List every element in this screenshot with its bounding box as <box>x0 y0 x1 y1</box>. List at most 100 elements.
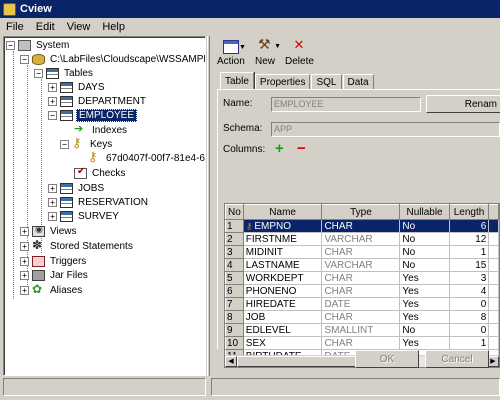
tree-node-database[interactable]: − C:\LabFiles\Cloudscape\WSSAMPLE <box>20 52 205 66</box>
expand-icon[interactable]: + <box>20 241 29 251</box>
column-length-cell[interactable]: 1 <box>449 336 490 350</box>
table-row[interactable]: 10 SEX CHAR Yes 1 <box>225 336 499 350</box>
column-nullable-cell[interactable]: Yes <box>399 336 450 350</box>
schema-field[interactable]: APP <box>271 122 500 137</box>
column-length-cell[interactable]: 3 <box>449 271 490 285</box>
tree-node-views[interactable]: + Views <box>20 224 79 238</box>
column-extra-cell[interactable] <box>488 245 499 259</box>
column-nullable-cell[interactable]: No <box>399 323 450 337</box>
expand-icon[interactable]: + <box>48 82 57 92</box>
menu-file[interactable]: File <box>0 21 30 33</box>
tree-node-key-item[interactable]: 67d0407f-00f7-81e4-67 <box>88 149 205 165</box>
expand-icon[interactable]: + <box>20 285 29 295</box>
ok-button[interactable]: OK <box>355 350 419 368</box>
column-type-cell[interactable]: CHAR <box>321 310 401 324</box>
column-length-cell[interactable]: 15 <box>449 258 490 272</box>
column-length-cell[interactable]: 4 <box>449 284 490 298</box>
column-length-cell[interactable]: 0 <box>449 297 490 311</box>
action-button[interactable]: ▼ Action <box>217 40 246 74</box>
expand-icon[interactable]: + <box>20 226 29 236</box>
column-extra-cell[interactable] <box>488 284 499 298</box>
table-row[interactable]: 6 PHONENO CHAR Yes 4 <box>225 284 499 298</box>
tab-properties[interactable]: Properties <box>254 74 311 90</box>
column-nullable-cell[interactable]: Yes <box>399 310 450 324</box>
expand-icon[interactable]: + <box>48 211 57 221</box>
table-row[interactable]: 5 WORKDEPT CHAR Yes 3 <box>225 271 499 285</box>
columns-grid[interactable]: No Name Type Nullable Length 1 ⚷ EMPNO CHAR… <box>224 203 500 368</box>
row-number[interactable]: 8 <box>225 310 244 324</box>
column-type-cell[interactable]: SMALLINT <box>321 323 401 337</box>
tree-node-stored-statements[interactable]: + Stored Statements <box>20 238 135 253</box>
row-number[interactable]: 1 <box>225 219 244 233</box>
column-extra-cell[interactable] <box>488 258 499 272</box>
tab-table[interactable]: Table <box>220 72 254 90</box>
column-nullable-cell[interactable]: No <box>399 258 450 272</box>
row-number[interactable]: 2 <box>225 232 244 246</box>
column-name-cell[interactable]: LASTNAME <box>243 258 323 272</box>
tree-node-jar-files[interactable]: + Jar Files <box>20 268 90 282</box>
column-header-name[interactable]: Name <box>242 204 323 220</box>
column-nullable-cell[interactable]: Yes <box>399 297 450 311</box>
column-name-cell[interactable]: PHONENO <box>243 284 323 298</box>
column-extra-cell[interactable] <box>488 271 499 285</box>
column-length-cell[interactable]: 6 <box>449 219 490 233</box>
collapse-icon[interactable]: − <box>60 139 69 149</box>
column-extra-cell[interactable] <box>488 336 499 350</box>
pane-splitter[interactable] <box>207 36 210 376</box>
tree-node-checks[interactable]: Checks <box>74 166 127 180</box>
column-header-length[interactable]: Length <box>448 204 490 220</box>
tree-node-system[interactable]: − System <box>6 38 71 52</box>
expand-icon[interactable]: + <box>48 96 57 106</box>
column-name-cell[interactable]: MIDINIT <box>243 245 323 259</box>
tab-data[interactable]: Data <box>342 74 374 90</box>
column-nullable-cell[interactable]: Yes <box>399 284 450 298</box>
expand-icon[interactable]: + <box>20 270 29 280</box>
column-header-no[interactable]: No <box>225 204 244 220</box>
column-extra-cell[interactable] <box>488 219 499 233</box>
column-extra-cell[interactable] <box>488 310 499 324</box>
collapse-icon[interactable]: − <box>20 54 29 64</box>
column-name-cell[interactable]: ⚷ EMPNO <box>243 219 323 233</box>
column-nullable-cell[interactable]: No <box>399 245 450 259</box>
scroll-left-icon[interactable]: ◀ <box>225 356 237 367</box>
tree-node-aliases[interactable]: + Aliases <box>20 282 84 297</box>
column-nullable-cell[interactable]: No <box>399 232 450 246</box>
rename-button[interactable]: Renam <box>426 95 500 113</box>
tree-node-indexes[interactable]: Indexes <box>74 122 129 137</box>
row-number[interactable]: 6 <box>225 284 244 298</box>
collapse-icon[interactable]: − <box>34 68 43 78</box>
column-nullable-cell[interactable]: Yes <box>399 271 450 285</box>
tree-node-tables[interactable]: − Tables <box>34 66 95 80</box>
tree-node-table-department[interactable]: + DEPARTMENT <box>48 94 148 108</box>
column-name-cell[interactable]: FIRSTNME <box>243 232 323 246</box>
column-type-cell[interactable]: CHAR <box>321 245 401 259</box>
collapse-icon[interactable]: − <box>48 110 57 120</box>
table-row[interactable]: 8 JOB CHAR Yes 8 <box>225 310 499 324</box>
column-type-cell[interactable]: CHAR <box>321 336 401 350</box>
column-type-cell[interactable]: CHAR <box>321 284 401 298</box>
tree-node-table-reservation[interactable]: + RESERVATION <box>48 195 150 209</box>
column-name-cell[interactable]: WORKDEPT <box>243 271 323 285</box>
column-name-cell[interactable]: EDLEVEL <box>243 323 323 337</box>
table-row[interactable]: 3 MIDINIT CHAR No 1 <box>225 245 499 259</box>
column-type-cell[interactable]: VARCHAR <box>321 232 401 246</box>
column-length-cell[interactable]: 1 <box>449 245 490 259</box>
column-name-cell[interactable]: SEX <box>243 336 323 350</box>
table-row[interactable]: 2 FIRSTNME VARCHAR No 12 <box>225 232 499 246</box>
column-length-cell[interactable]: 0 <box>449 323 490 337</box>
delete-button[interactable]: Delete <box>285 37 314 74</box>
column-nullable-cell[interactable]: No <box>399 219 450 233</box>
table-row[interactable]: 7 HIREDATE DATE Yes 0 <box>225 297 499 311</box>
add-column-icon[interactable]: + <box>275 140 284 157</box>
column-extra-cell[interactable] <box>488 232 499 246</box>
expand-icon[interactable]: + <box>48 183 57 193</box>
new-button[interactable]: ▼ New <box>255 36 281 74</box>
column-type-cell[interactable]: VARCHAR <box>321 258 401 272</box>
expand-icon[interactable]: + <box>20 256 29 266</box>
column-type-cell[interactable]: DATE <box>321 297 401 311</box>
name-field[interactable]: EMPLOYEE <box>271 97 421 112</box>
column-header-extra[interactable] <box>488 204 499 220</box>
tree-node-table-employee[interactable]: − EMPLOYEE <box>48 108 138 122</box>
table-row[interactable]: 9 EDLEVEL SMALLINT No 0 <box>225 323 499 337</box>
expand-icon[interactable]: + <box>48 197 57 207</box>
